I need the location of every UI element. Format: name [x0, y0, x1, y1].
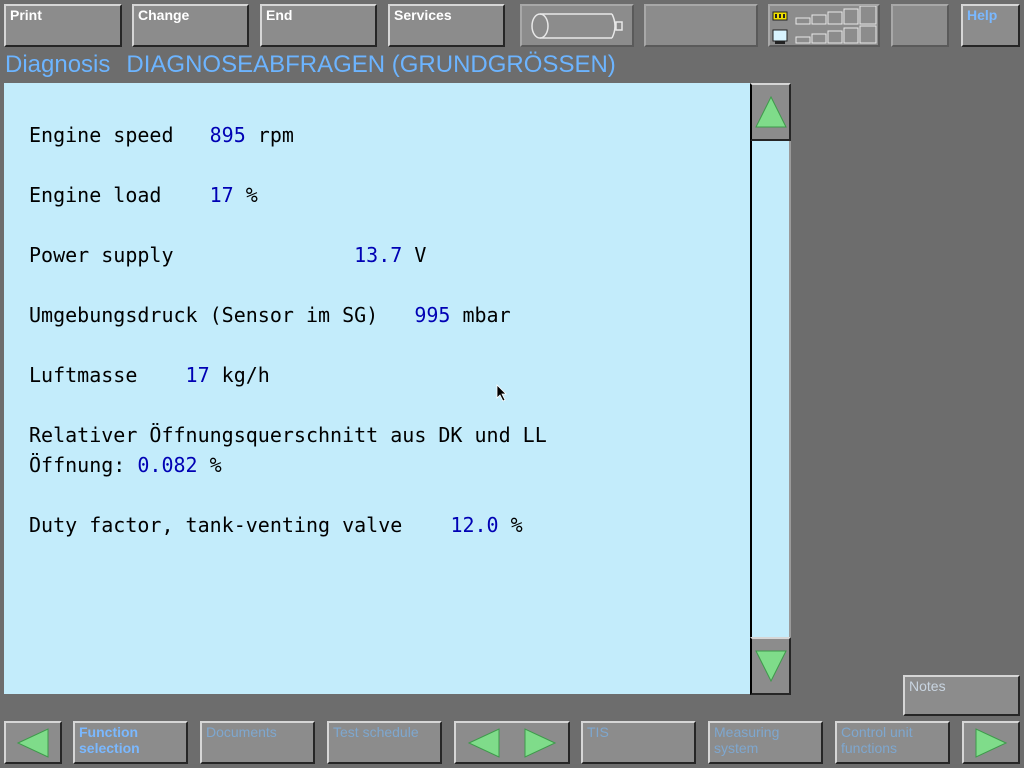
tis-label: TIS	[587, 724, 609, 740]
reading-value: 0.082	[137, 453, 198, 477]
test-schedule-label: Test schedule	[333, 724, 419, 740]
reading-label: Umgebungsdruck (Sensor im SG)	[29, 303, 415, 327]
reading-value: 17	[185, 363, 210, 387]
screen-title: DIAGNOSEABFRAGEN (GRUNDGRÖSSEN)	[126, 51, 616, 78]
arrow-down-icon	[754, 648, 788, 684]
reading-tank-venting-duty: Duty factor, tank-venting valve 12.0 %	[29, 510, 523, 540]
reading-engine-speed: Engine speed 895 rpm	[29, 120, 294, 150]
measuring-system-label: Measuring system	[714, 724, 780, 756]
reading-label: Engine speed	[29, 123, 210, 147]
reading-engine-load: Engine load 17 %	[29, 180, 258, 210]
reading-value: 995	[414, 303, 451, 327]
back-button[interactable]	[4, 721, 62, 764]
test-schedule-button[interactable]: Test schedule	[327, 721, 442, 764]
documents-label: Documents	[206, 724, 277, 740]
signal-panel	[768, 4, 880, 47]
arrow-up-icon	[754, 94, 788, 130]
reading-label: Relativer Öffnungsquerschnitt aus DK und…	[29, 423, 547, 447]
reading-unit: %	[197, 453, 222, 477]
end-label: End	[266, 7, 293, 23]
help-button[interactable]: Help	[961, 4, 1020, 47]
documents-button[interactable]: Documents	[200, 721, 315, 764]
arrow-left-icon	[15, 727, 51, 759]
forward-button[interactable]	[962, 721, 1020, 764]
arrow-right-icon	[973, 727, 1009, 759]
change-button[interactable]: Change	[132, 4, 249, 47]
reading-power-supply: Power supply 13.7 V	[29, 240, 426, 270]
reading-value: 895	[209, 123, 246, 147]
function-selection-label: Function selection	[79, 724, 140, 756]
page-nav-group	[454, 721, 570, 764]
status-panel	[644, 4, 758, 47]
reading-unit: %	[498, 513, 523, 537]
reading-label: Power supply	[29, 243, 355, 267]
control-unit-functions-button[interactable]: Control unit functions	[835, 721, 950, 764]
notes-button[interactable]: Notes	[903, 675, 1020, 716]
reading-label: Duty factor, tank-venting valve	[29, 513, 451, 537]
scrollbar-track[interactable]	[750, 141, 791, 639]
reading-value: 13.7	[354, 243, 403, 267]
next-page-icon[interactable]	[522, 727, 558, 759]
notes-label: Notes	[909, 678, 946, 694]
page-title: Diagnosis DIAGNOSEABFRAGEN (GRUNDGRÖSSEN)	[5, 51, 632, 79]
interface-status-icon	[770, 6, 880, 46]
reading-unit: V	[402, 243, 427, 267]
services-label: Services	[394, 7, 452, 23]
tis-button[interactable]: TIS	[581, 721, 696, 764]
mouse-cursor-icon	[496, 384, 508, 402]
function-selection-button[interactable]: Function selection	[73, 721, 188, 764]
print-label: Print	[10, 7, 42, 23]
measuring-system-button[interactable]: Measuring system	[708, 721, 823, 764]
reading-unit: rpm	[245, 123, 294, 147]
battery-panel	[520, 4, 634, 47]
reading-label: Luftmasse	[29, 363, 186, 387]
blank-panel	[891, 4, 949, 47]
reading-unit: kg/h	[209, 363, 270, 387]
previous-page-icon[interactable]	[466, 727, 502, 759]
reading-opening-cross-section: Relativer Öffnungsquerschnitt aus DK und…	[29, 420, 547, 480]
section-title: Diagnosis	[5, 51, 111, 78]
print-button[interactable]: Print	[4, 4, 122, 47]
end-button[interactable]: End	[260, 4, 377, 47]
services-button[interactable]: Services	[388, 4, 505, 47]
reading-value: 12.0	[450, 513, 499, 537]
help-label: Help	[967, 7, 998, 23]
reading-label: Engine load	[29, 183, 210, 207]
reading-unit: %	[233, 183, 258, 207]
reading-unit: mbar	[450, 303, 511, 327]
reading-ambient-pressure: Umgebungsdruck (Sensor im SG) 995 mbar	[29, 300, 511, 330]
battery-icon	[528, 12, 626, 40]
change-label: Change	[138, 7, 190, 23]
control-unit-functions-label: Control unit functions	[841, 724, 913, 756]
scroll-up-button[interactable]	[750, 83, 791, 141]
reading-label-continued: Öffnung:	[29, 453, 138, 477]
scroll-down-button[interactable]	[750, 637, 791, 695]
readings-panel: Engine speed 895 rpm Engine load 17 % Po…	[4, 83, 750, 694]
reading-air-mass: Luftmasse 17 kg/h	[29, 360, 270, 390]
reading-value: 17	[209, 183, 234, 207]
